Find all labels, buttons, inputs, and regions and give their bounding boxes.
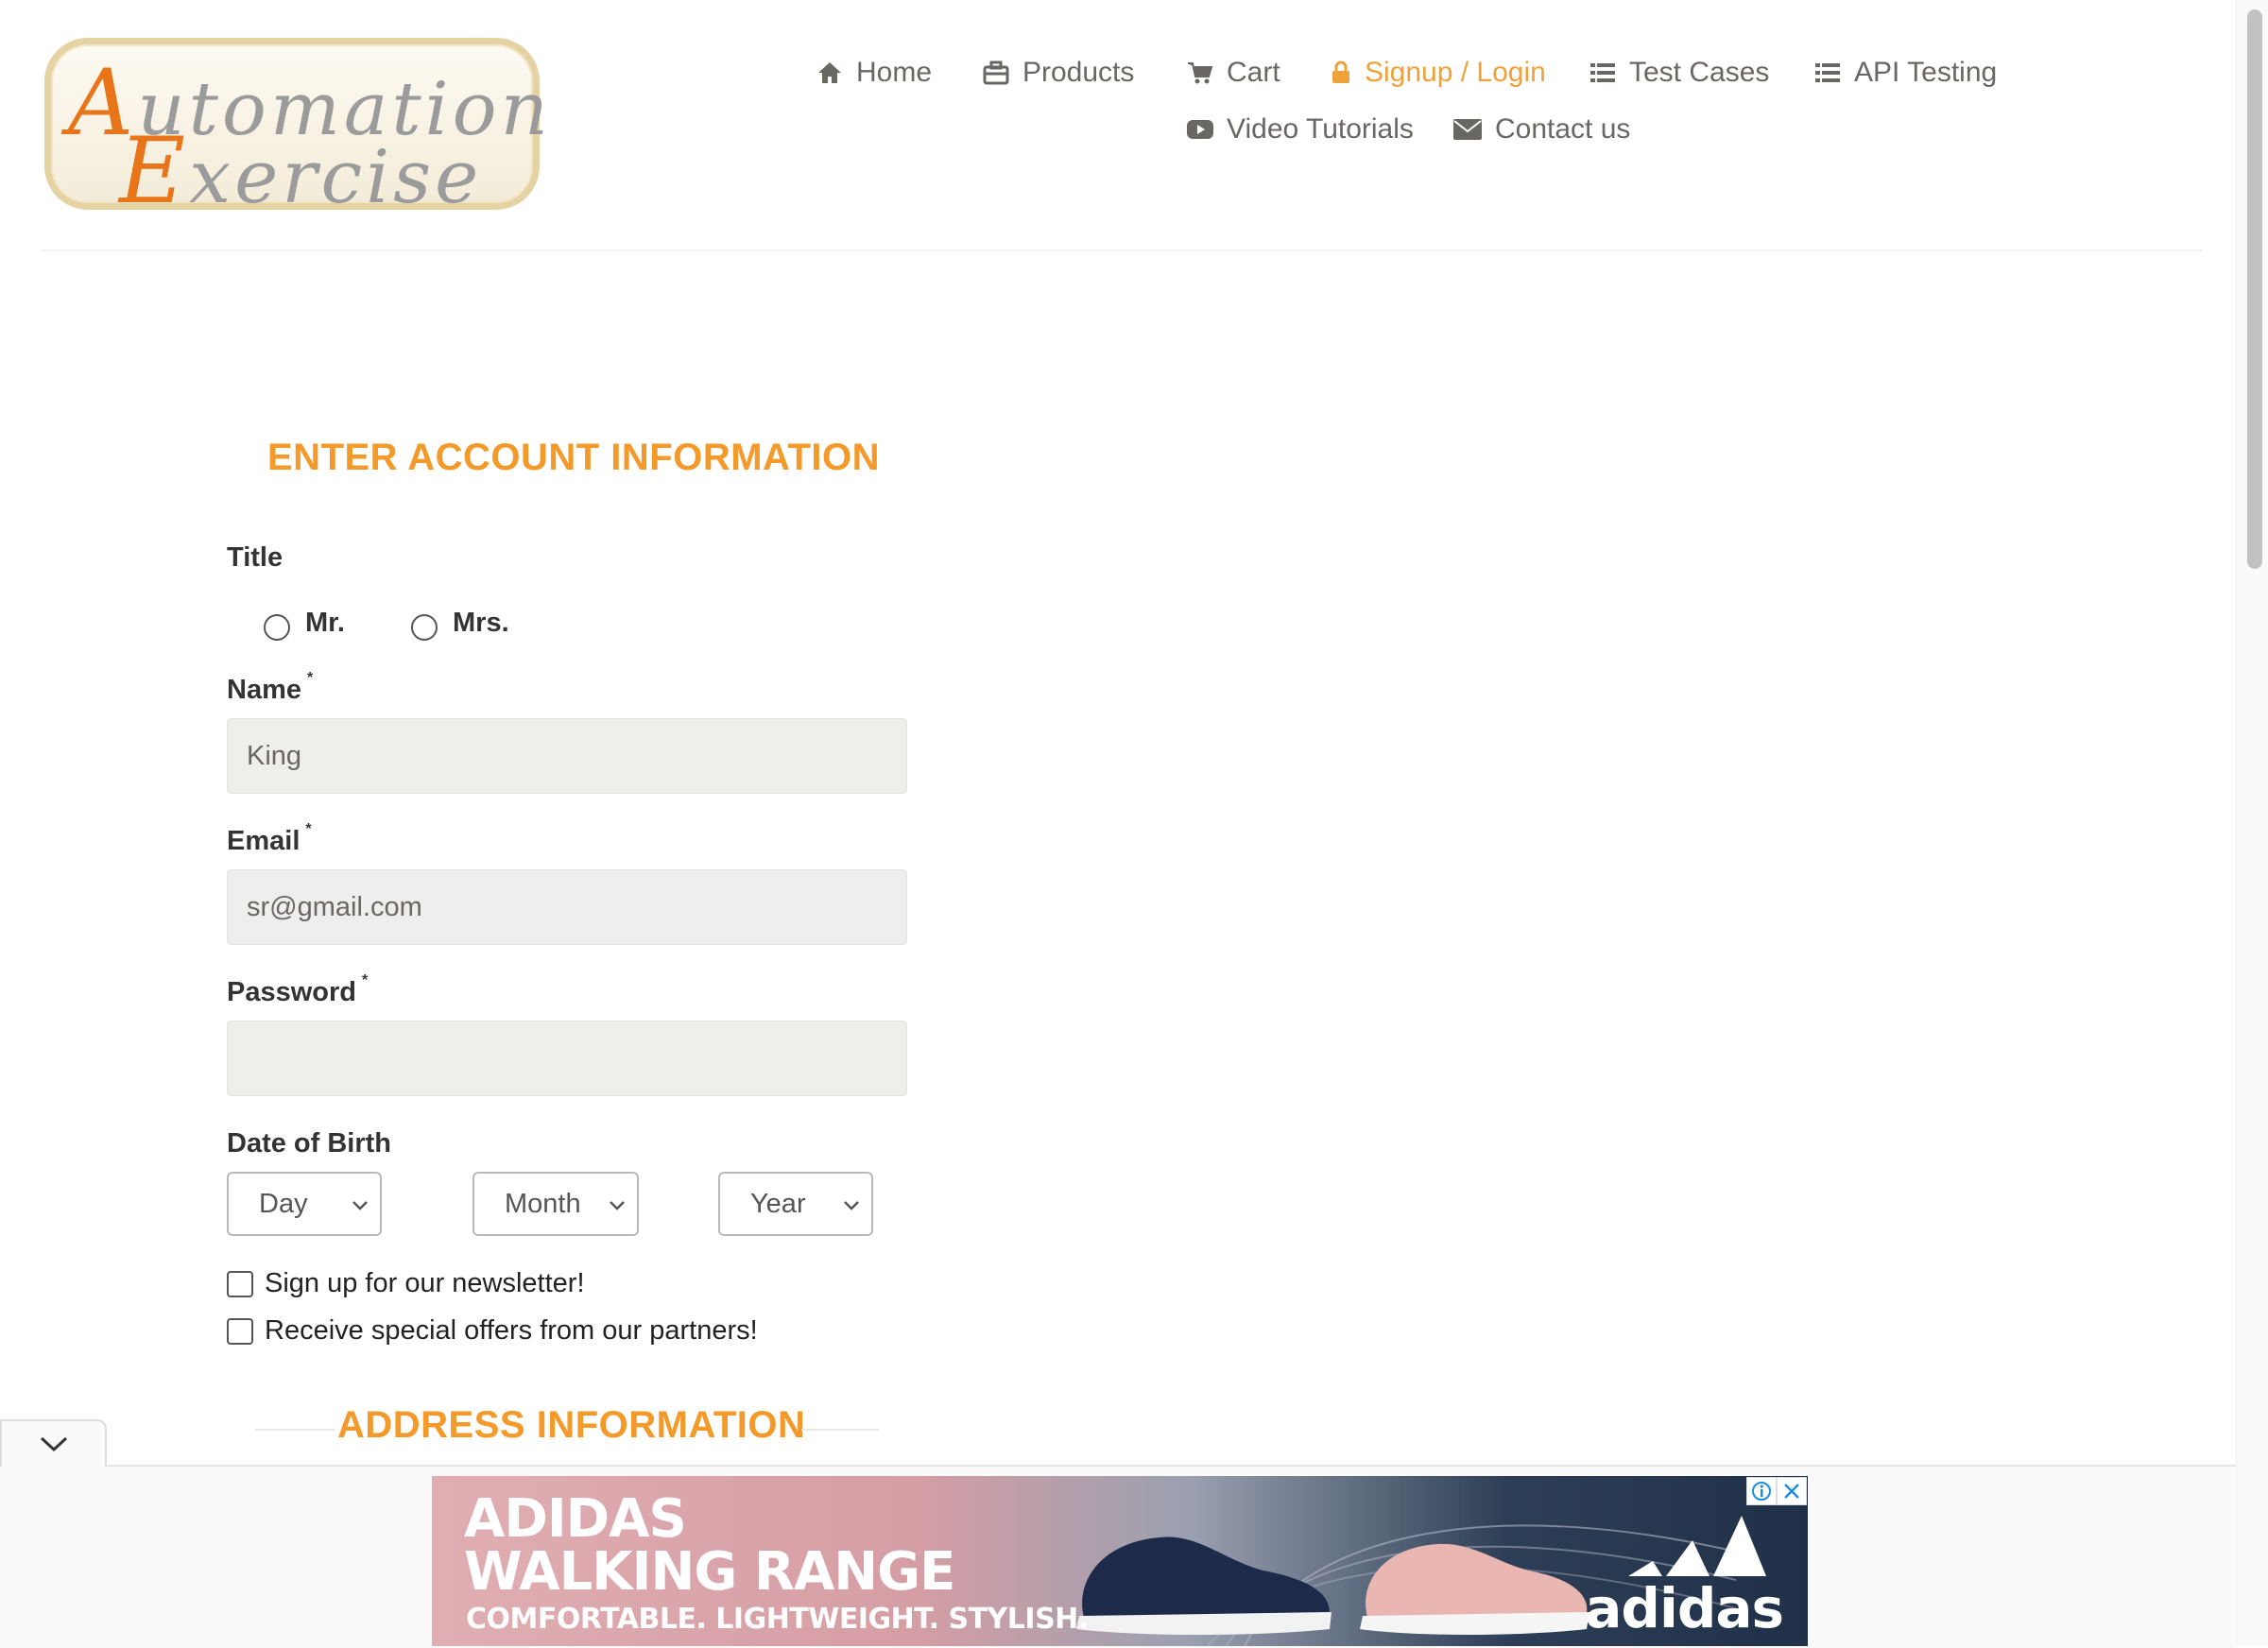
dob-month-select[interactable]: Month (472, 1172, 639, 1236)
briefcase-icon (983, 60, 1009, 85)
offers-label: Receive special offers from our partners… (265, 1315, 758, 1346)
ad-info-button[interactable] (1746, 1477, 1777, 1505)
required-mark: * (362, 972, 369, 989)
nav-video-tutorials[interactable]: Video Tutorials (1187, 113, 1414, 146)
title-option-mr[interactable]: Mr. (264, 605, 345, 641)
name-label-text: Name (227, 675, 301, 705)
title-label: Title (227, 542, 284, 573)
scrollbar-thumb[interactable] (2247, 9, 2262, 569)
chevron-down-icon (352, 1201, 368, 1210)
ad-tagline: COMFORTABLE. LIGHTWEIGHT. STYLISH. (466, 1603, 1089, 1636)
dob-month-value: Month (505, 1188, 581, 1219)
nav-test-cases[interactable]: Test Cases (1589, 57, 1769, 89)
account-info-heading: ENTER ACCOUNT INFORMATION (267, 437, 881, 478)
required-mark: * (307, 670, 314, 687)
lock-icon (1332, 60, 1349, 83)
newsletter-option[interactable]: Sign up for our newsletter! (227, 1268, 585, 1299)
youtube-play-icon (1187, 120, 1213, 139)
offers-checkbox[interactable] (227, 1317, 253, 1345)
email-label-text: Email (227, 826, 301, 856)
password-label-text: Password (227, 977, 356, 1007)
info-icon (1752, 1482, 1771, 1501)
email-input-value: sr@gmail.com (247, 891, 422, 922)
email-label: Email * (227, 821, 312, 857)
address-divider-right (801, 1429, 879, 1431)
logo-line-2: Exercise (119, 118, 482, 224)
dob-label: Date of Birth (227, 1128, 391, 1159)
nav-cart-label: Cart (1227, 57, 1280, 88)
email-input[interactable]: sr@gmail.com (227, 869, 907, 945)
name-label: Name * (227, 670, 313, 706)
ad-brand-text: adidas (1585, 1576, 1784, 1640)
address-divider-left (255, 1429, 335, 1431)
close-icon (1784, 1484, 1799, 1499)
newsletter-label: Sign up for our newsletter! (265, 1268, 585, 1298)
nav-contact-us-label: Contact us (1495, 113, 1631, 145)
list-icon (1815, 63, 1840, 82)
nav-products-label: Products (1022, 57, 1135, 88)
nav-video-tutorials-label: Video Tutorials (1227, 113, 1414, 145)
radio-mrs-label: Mrs. (453, 607, 509, 638)
chevron-down-icon (610, 1201, 625, 1210)
nav-signup-login-label: Signup / Login (1365, 57, 1546, 88)
chevron-down-icon (844, 1201, 859, 1210)
dob-day-value: Day (259, 1188, 308, 1219)
dob-year-value: Year (750, 1188, 806, 1219)
ad-collapse-tab[interactable] (0, 1419, 107, 1467)
dob-year-select[interactable]: Year (718, 1172, 873, 1236)
site-logo[interactable]: Automation Exercise (44, 38, 548, 224)
nav-products[interactable]: Products (983, 57, 1134, 89)
offers-option[interactable]: Receive special offers from our partners… (227, 1315, 758, 1347)
name-input-value: King (247, 740, 302, 771)
logo-text-exercise: xercise (189, 135, 483, 220)
nav-signup-login[interactable]: Signup / Login (1331, 57, 1546, 89)
cart-icon (1188, 62, 1213, 84)
radio-mr[interactable] (264, 614, 290, 641)
newsletter-checkbox[interactable] (227, 1270, 253, 1297)
name-input[interactable]: King (227, 718, 907, 794)
navy-shoe-image (1076, 1536, 1332, 1635)
dob-day-select[interactable]: Day (227, 1172, 382, 1236)
radio-mr-label: Mr. (305, 607, 345, 638)
radio-mrs[interactable] (411, 614, 438, 641)
adidas-logo-icon (1628, 1516, 1766, 1576)
envelope-icon (1453, 119, 1482, 140)
password-label: Password * (227, 972, 368, 1008)
ad-headline-line2: WALKING RANGE (464, 1541, 955, 1603)
page-scrollbar[interactable] (2236, 0, 2268, 1646)
nav-contact-us[interactable]: Contact us (1453, 113, 1630, 146)
adidas-banner-ad[interactable]: ADIDAS WALKING RANGE COMFORTABLE. LIGHTW… (432, 1476, 1808, 1646)
ad-headline-line1: ADIDAS (464, 1488, 687, 1550)
list-icon (1590, 63, 1615, 82)
required-mark: * (305, 821, 312, 838)
nav-cart[interactable]: Cart (1187, 57, 1280, 89)
logo-cap-e: E (119, 118, 190, 224)
header-divider (42, 249, 2202, 251)
address-info-heading: ADDRESS INFORMATION (337, 1404, 806, 1446)
nav-test-cases-label: Test Cases (1629, 57, 1770, 88)
chevron-down-icon (40, 1436, 67, 1452)
home-icon (818, 62, 841, 83)
nav-api-testing[interactable]: API Testing (1814, 57, 1997, 89)
pink-shoe-image (1360, 1543, 1589, 1635)
title-option-mrs[interactable]: Mrs. (411, 605, 509, 641)
ad-close-button[interactable] (1777, 1477, 1807, 1505)
nav-api-testing-label: API Testing (1854, 57, 1998, 88)
nav-home[interactable]: Home (816, 57, 932, 89)
password-input[interactable] (227, 1021, 907, 1096)
nav-home-label: Home (856, 57, 933, 88)
